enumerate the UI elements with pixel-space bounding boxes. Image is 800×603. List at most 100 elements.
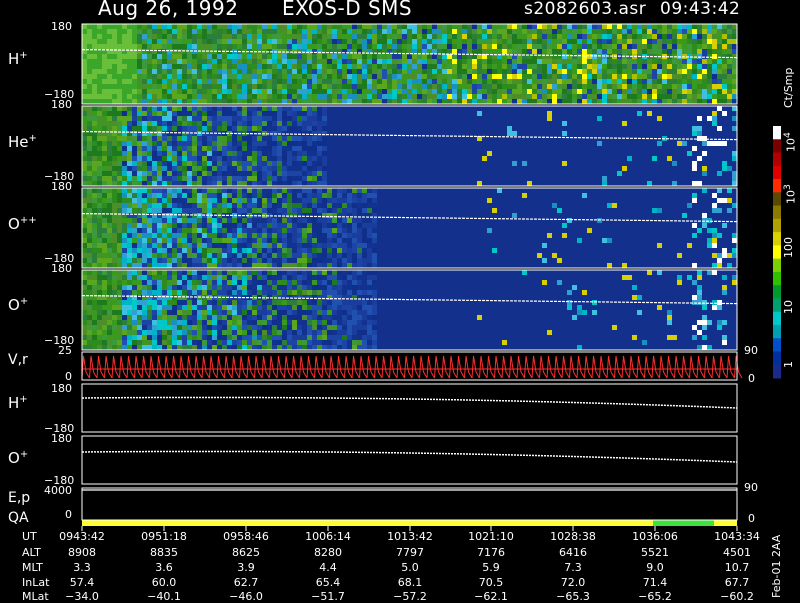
spectrogram-cell	[312, 248, 317, 253]
spectrogram-cell	[137, 243, 142, 248]
spectrogram-cell	[197, 345, 202, 350]
spectrogram-cell	[302, 300, 307, 305]
spectrogram-cell	[312, 181, 317, 186]
spectrogram-cell	[207, 290, 212, 295]
spectrogram-cell	[292, 270, 297, 275]
spectrogram-cell	[112, 238, 117, 243]
spectrogram-cell	[257, 193, 262, 198]
spectrogram-cell	[327, 233, 332, 238]
spectrogram-cell	[562, 99, 567, 104]
spectrogram-cell	[147, 213, 152, 218]
spectrogram-cell	[352, 253, 357, 258]
spectrogram-cell	[122, 248, 127, 253]
spectrogram-cell	[222, 44, 227, 49]
spectrogram-cell	[672, 64, 677, 69]
spectrogram-cell	[117, 79, 122, 84]
spectrogram-cell	[147, 228, 152, 233]
spectrogram-cell	[572, 84, 577, 89]
spectrogram-cell	[102, 74, 107, 79]
spectrogram-cell	[357, 94, 362, 99]
spectrogram-cell	[277, 248, 282, 253]
spectrogram-cell	[237, 34, 242, 39]
spectrogram-cell	[327, 248, 332, 253]
spectrogram-cell	[132, 310, 137, 315]
spectrogram-cell	[542, 24, 547, 29]
spectrogram-cell	[292, 280, 297, 285]
spectrogram-cell	[187, 340, 192, 345]
spectrogram-cell	[237, 203, 242, 208]
spectrogram-cell	[552, 59, 557, 64]
spectrogram-cell	[287, 146, 292, 151]
spectrogram-cell	[202, 243, 207, 248]
spectrogram-cell	[732, 238, 737, 243]
spectrogram-cell	[272, 275, 277, 280]
spectrogram-cell	[242, 285, 247, 290]
spectrogram-cell	[142, 228, 147, 233]
spectrogram-cell	[347, 64, 352, 69]
spectrogram-cell	[277, 171, 282, 176]
spectrogram-cell	[382, 69, 387, 74]
spectrogram-cell	[362, 29, 367, 34]
spectrogram-cell	[147, 305, 152, 310]
spectrogram-cell	[267, 84, 272, 89]
spectrogram-cell	[292, 166, 297, 171]
spectrogram-cell	[342, 330, 347, 335]
spectrogram-cell	[142, 44, 147, 49]
spectrogram-cell	[157, 315, 162, 320]
spectrogram-cell	[232, 263, 237, 268]
spectrogram-cell	[162, 208, 167, 213]
spectrogram-cell	[262, 141, 267, 146]
spectrogram-cell	[142, 253, 147, 258]
spectrogram-cell	[302, 64, 307, 69]
spectrogram-cell	[182, 161, 187, 166]
spectrogram-cell	[267, 106, 272, 111]
spectrogram-cell	[87, 248, 92, 253]
spectrogram-cell	[287, 270, 292, 275]
spectrogram-cell	[122, 238, 127, 243]
spectrogram-cell	[447, 54, 452, 59]
spectrogram-cell	[87, 126, 92, 131]
spectrogram-cell	[607, 44, 612, 49]
spectrogram-cell	[277, 116, 282, 121]
spectrogram-cell	[307, 275, 312, 280]
spectrogram-cell	[102, 126, 107, 131]
spectrogram-cell	[297, 44, 302, 49]
spectrogram-cell	[212, 106, 217, 111]
spectrogram-cell	[687, 79, 692, 84]
spectrogram-cell	[457, 64, 462, 69]
spectrogram-cell	[552, 79, 557, 84]
spectrogram-cell	[582, 79, 587, 84]
spectrogram-cell	[177, 79, 182, 84]
spectrogram-cell	[182, 198, 187, 203]
spectrogram-cell	[347, 275, 352, 280]
spectrogram-cell	[252, 248, 257, 253]
spectrogram-cell	[192, 248, 197, 253]
spectrogram-cell	[107, 99, 112, 104]
spectrogram-cell	[617, 74, 622, 79]
spectrogram-cell	[502, 24, 507, 29]
spectrogram-cell	[277, 106, 282, 111]
spectrogram-cell	[672, 24, 677, 29]
spectrogram-cell	[302, 228, 307, 233]
spectrogram-cell	[177, 89, 182, 94]
spectrogram-cell	[482, 69, 487, 74]
spectrogram-cell	[712, 111, 717, 116]
spectrogram-cell	[247, 248, 252, 253]
spectrogram-cell	[277, 34, 282, 39]
spectrogram-cell	[367, 258, 372, 263]
spectrogram-cell	[562, 233, 567, 238]
spectrogram-cell	[92, 111, 97, 116]
spectrogram-cell	[152, 69, 157, 74]
spectrogram-cell	[332, 238, 337, 243]
spectrogram-cell	[102, 263, 107, 268]
spectrogram-cell	[247, 345, 252, 350]
spectrogram-cell	[167, 121, 172, 126]
spectrogram-cell	[187, 171, 192, 176]
spectrogram-cell	[512, 44, 517, 49]
spectrogram-cell	[167, 258, 172, 263]
spectrogram-cell	[257, 99, 262, 104]
spectrogram-cell	[577, 64, 582, 69]
spectrogram-cell	[622, 79, 627, 84]
spectrogram-cell	[82, 44, 87, 49]
spectrogram-cell	[372, 74, 377, 79]
